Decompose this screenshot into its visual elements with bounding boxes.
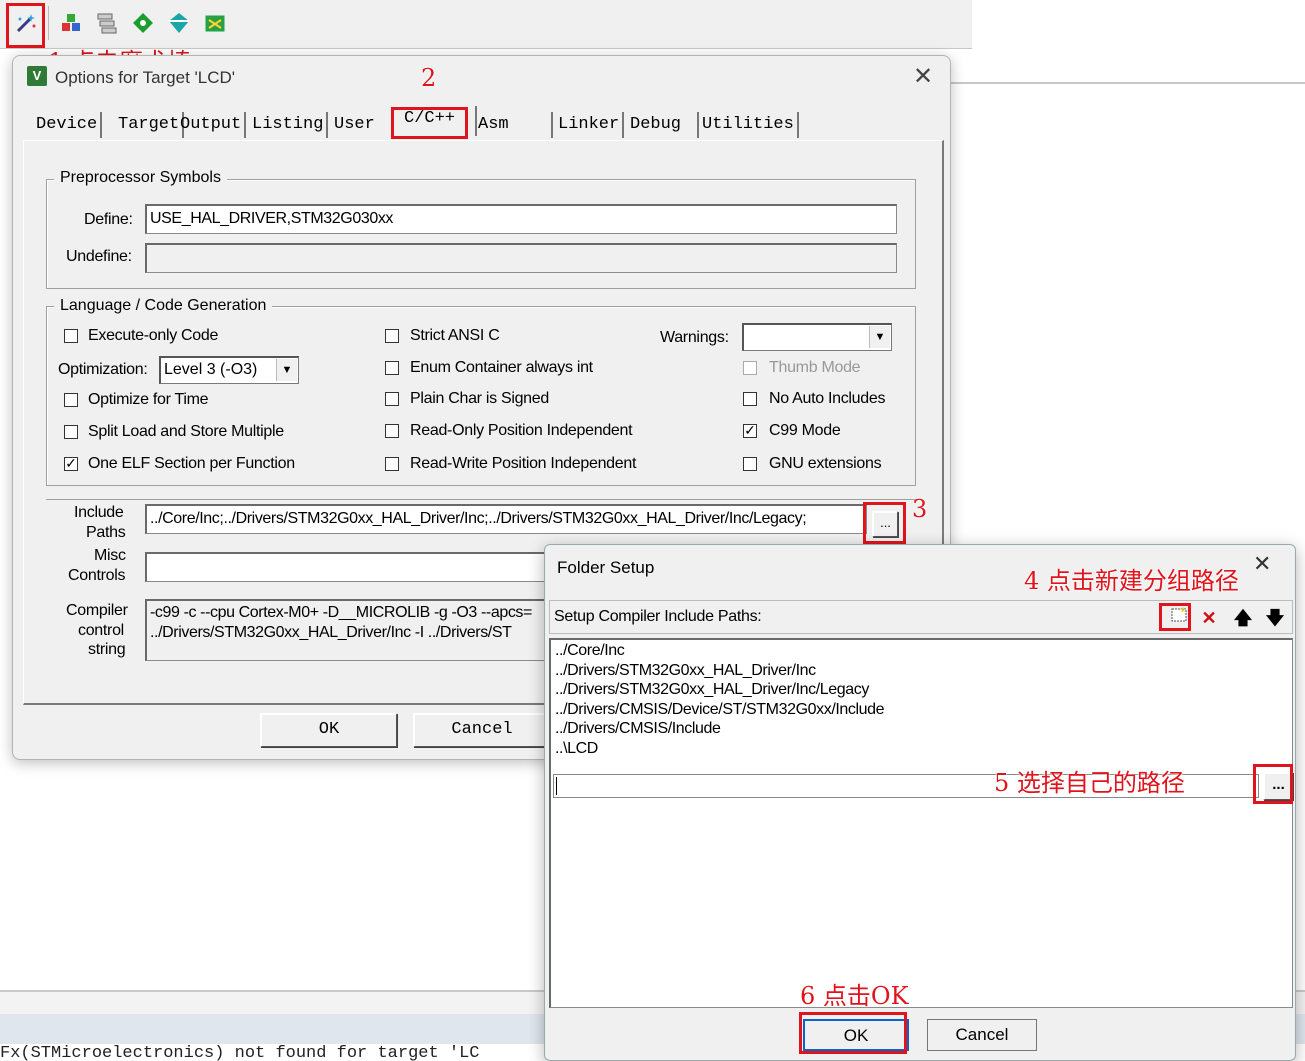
green-diamond-icon[interactable]: [128, 8, 158, 38]
language-group-title: Language / Code Generation: [54, 297, 273, 315]
highlight-folder-ok: [799, 1012, 907, 1054]
close-icon[interactable]: ✕: [1253, 551, 1271, 577]
highlight-cpp-tab: [391, 107, 468, 139]
include-paths-label-2: Paths: [86, 524, 126, 541]
tab-device[interactable]: Device: [33, 112, 103, 138]
optimization-value: Level 3 (-O3): [164, 361, 258, 378]
no-auto-includes-label: No Auto Includes: [769, 390, 886, 407]
tab-output[interactable]: Output: [177, 112, 247, 138]
list-item[interactable]: ..\LCD: [555, 740, 598, 758]
list-item[interactable]: ../Core/Inc: [555, 642, 625, 660]
compiler-control-string[interactable]: -c99 -c --cpu Cortex-M0+ -D__MICROLIB -g…: [145, 599, 545, 661]
define-label: Define:: [84, 211, 133, 228]
misc-controls-label-2: Controls: [68, 567, 126, 584]
pack-installer-icon[interactable]: [200, 8, 230, 38]
rw-position-label: Read-Write Position Independent: [410, 455, 637, 472]
compiler-control-label-3: string: [88, 641, 126, 658]
text-cursor: [556, 777, 557, 795]
define-input[interactable]: USE_HAL_DRIVER,STM32G030xx: [145, 204, 897, 234]
undefine-label: Undefine:: [66, 248, 132, 265]
preprocessor-group-title: Preprocessor Symbols: [54, 169, 227, 187]
highlight-new-folder: [1159, 603, 1191, 631]
rw-position-checkbox[interactable]: [385, 457, 399, 471]
warnings-label: Warnings:: [660, 329, 729, 346]
delete-icon[interactable]: ✕: [1196, 606, 1222, 630]
ok-button[interactable]: OK: [260, 713, 397, 747]
chevron-down-icon[interactable]: ▼: [276, 359, 297, 381]
background-divider: [949, 82, 1305, 84]
folder-setup-header-label: Setup Compiler Include Paths:: [554, 608, 762, 625]
compiler-control-label-1: Compiler: [66, 602, 128, 619]
move-down-icon[interactable]: 🡇: [1262, 606, 1288, 630]
annotation-6: 6 点击OK: [800, 982, 909, 1010]
tab-asm[interactable]: Asm: [475, 112, 553, 138]
move-up-icon[interactable]: 🡅: [1230, 606, 1256, 630]
one-elf-label: One ELF Section per Function: [88, 455, 295, 472]
thumb-mode-label: Thumb Mode: [769, 359, 861, 376]
highlight-path-browse: [1253, 764, 1293, 804]
stack-icon[interactable]: [92, 8, 122, 38]
optimize-time-checkbox[interactable]: [64, 393, 78, 407]
cancel-button[interactable]: Cancel: [413, 713, 550, 747]
one-elf-checkbox[interactable]: ✓: [64, 456, 78, 471]
optimization-label: Optimization:: [58, 361, 148, 378]
undefine-input[interactable]: [145, 243, 897, 273]
tab-utilities[interactable]: Utilities: [699, 112, 799, 138]
highlight-include-browse: [863, 502, 906, 544]
keil-app-icon: V: [27, 66, 47, 86]
list-item[interactable]: ../Drivers/CMSIS/Include: [555, 720, 721, 738]
misc-controls-input[interactable]: [145, 552, 545, 582]
include-paths-list[interactable]: ../Core/Inc ../Drivers/STM32G0xx_HAL_Dri…: [549, 638, 1293, 1008]
c99-mode-checkbox[interactable]: ✓: [743, 423, 757, 438]
misc-controls-label-1: Misc: [94, 547, 126, 564]
include-paths-label-1: Include: [74, 504, 124, 521]
warnings-select[interactable]: ▼: [742, 323, 892, 351]
tab-listing[interactable]: Listing: [249, 112, 329, 138]
execute-only-label: Execute-only Code: [88, 327, 219, 344]
tab-target[interactable]: Target: [115, 112, 185, 138]
ro-position-label: Read-Only Position Independent: [410, 422, 633, 439]
annotation-3: 3: [912, 495, 928, 523]
enum-container-label: Enum Container always int: [410, 359, 593, 376]
tab-user[interactable]: User: [331, 112, 397, 138]
split-load-checkbox[interactable]: [64, 425, 78, 439]
gnu-extensions-label: GNU extensions: [769, 455, 882, 472]
options-dialog-title: Options for Target 'LCD': [55, 68, 236, 87]
list-item[interactable]: ../Drivers/STM32G0xx_HAL_Driver/Inc: [555, 662, 816, 680]
tab-debug[interactable]: Debug: [627, 112, 699, 138]
tab-linker[interactable]: Linker: [555, 112, 625, 138]
strict-ansi-label: Strict ANSI C: [410, 327, 500, 344]
plain-char-label: Plain Char is Signed: [410, 390, 549, 407]
annotation-5: 5 选择自己的路径: [994, 769, 1185, 797]
c99-mode-label: C99 Mode: [769, 422, 841, 439]
compiler-control-label-2: control: [78, 622, 124, 639]
enum-container-checkbox[interactable]: [385, 361, 399, 375]
thumb-mode-checkbox: [743, 361, 757, 375]
plain-char-checkbox[interactable]: [385, 392, 399, 406]
no-auto-includes-checkbox[interactable]: [743, 392, 757, 406]
close-icon[interactable]: ✕: [913, 62, 933, 91]
annotation-4: 4 点击新建分组路径: [1024, 567, 1239, 595]
divider: [46, 499, 916, 500]
list-item[interactable]: ../Drivers/STM32G0xx_HAL_Driver/Inc/Lega…: [555, 681, 869, 699]
chevron-down-icon[interactable]: ▼: [869, 326, 890, 348]
list-item[interactable]: ../Drivers/CMSIS/Device/ST/STM32G0xx/Inc…: [555, 701, 885, 719]
folder-cancel-button[interactable]: Cancel: [927, 1019, 1037, 1051]
highlight-magic-wand: [6, 3, 45, 48]
include-paths-input[interactable]: ../Core/Inc;../Drivers/STM32G0xx_HAL_Dri…: [145, 504, 867, 534]
folder-setup-title: Folder Setup: [557, 558, 655, 577]
optimization-select[interactable]: Level 3 (-O3) ▼: [159, 356, 299, 384]
load-icon[interactable]: [56, 8, 86, 38]
teal-diamond-icon[interactable]: [164, 8, 194, 38]
ro-position-checkbox[interactable]: [385, 424, 399, 438]
optimize-time-label: Optimize for Time: [88, 391, 209, 408]
execute-only-checkbox[interactable]: [64, 329, 78, 343]
split-load-label: Split Load and Store Multiple: [88, 423, 284, 440]
gnu-extensions-checkbox[interactable]: [743, 457, 757, 471]
strict-ansi-checkbox[interactable]: [385, 329, 399, 343]
annotation-2: 2: [421, 64, 437, 92]
